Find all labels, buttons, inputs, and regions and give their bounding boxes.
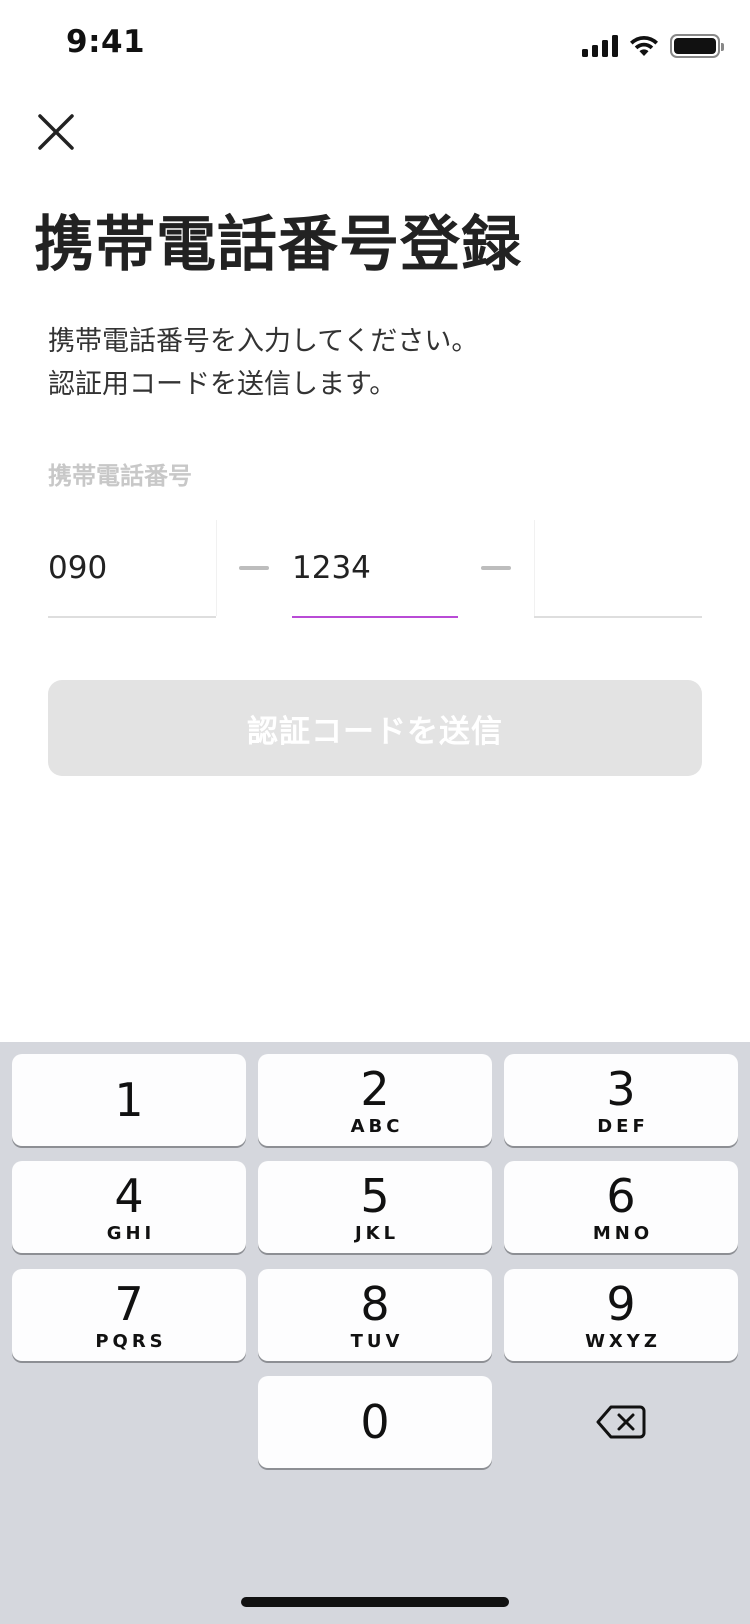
description-line-2: 認証用コードを送信します。 xyxy=(48,369,397,400)
key-letters: GHI xyxy=(106,1222,156,1244)
key-number: 4 xyxy=(114,1168,144,1223)
key-9[interactable]: 9 WXYZ xyxy=(504,1269,738,1361)
status-icons xyxy=(582,32,724,60)
dash-separator-1 xyxy=(239,566,269,570)
key-3[interactable]: 3 DEF xyxy=(504,1054,738,1146)
key-number: 1 xyxy=(114,1073,144,1127)
cellular-signal-icon xyxy=(582,35,618,57)
key-1[interactable]: 1 xyxy=(12,1054,246,1146)
battery-icon xyxy=(670,34,724,58)
key-2[interactable]: 2 ABC xyxy=(258,1054,492,1146)
key-8[interactable]: 8 TUV xyxy=(258,1269,492,1361)
description-text: 携帯電話番号を入力してください。 認証用コードを送信します。 xyxy=(48,320,478,406)
status-time: 9:41 xyxy=(66,24,146,60)
dash-separator-2 xyxy=(481,566,511,570)
delete-key[interactable] xyxy=(504,1376,738,1468)
key-letters: PQRS xyxy=(95,1330,167,1352)
wifi-icon xyxy=(630,36,658,56)
key-letters: WXYZ xyxy=(585,1330,661,1352)
phone-field-2[interactable] xyxy=(292,520,458,616)
key-letters: MNO xyxy=(592,1222,654,1244)
key-number: 3 xyxy=(606,1061,636,1116)
key-number: 5 xyxy=(360,1168,390,1223)
phone-number-label: 携帯電話番号 xyxy=(48,462,192,490)
key-number: 0 xyxy=(360,1395,390,1449)
key-number: 6 xyxy=(606,1168,636,1223)
key-0[interactable]: 0 xyxy=(258,1376,492,1468)
home-indicator xyxy=(241,1597,509,1607)
key-number: 8 xyxy=(360,1276,390,1331)
key-letters: JKL xyxy=(354,1222,400,1244)
phone-field-3[interactable] xyxy=(534,520,702,616)
phone-field-1[interactable] xyxy=(48,520,216,616)
key-number: 7 xyxy=(114,1276,144,1331)
backspace-icon xyxy=(596,1405,646,1439)
key-letters: DEF xyxy=(597,1115,649,1137)
phone-field-1-container xyxy=(48,520,216,618)
key-5[interactable]: 5 JKL xyxy=(258,1161,492,1253)
numeric-keyboard: 1 2 ABC 3 DEF 4 GHI 5 JKL 6 MNO 7 PQRS 8… xyxy=(0,1042,750,1624)
close-icon xyxy=(38,114,74,150)
key-6[interactable]: 6 MNO xyxy=(504,1161,738,1253)
send-code-button[interactable]: 認証コードを送信 xyxy=(48,680,702,776)
phone-field-3-container xyxy=(534,520,702,618)
key-4[interactable]: 4 GHI xyxy=(12,1161,246,1253)
key-letters: TUV xyxy=(350,1330,404,1352)
key-7[interactable]: 7 PQRS xyxy=(12,1269,246,1361)
key-number: 2 xyxy=(360,1061,390,1116)
battery-fill xyxy=(674,38,716,54)
page-title: 携帯電話番号登録 xyxy=(34,210,522,280)
status-bar: 9:41 xyxy=(0,0,750,92)
field-divider xyxy=(216,520,217,616)
key-letters: ABC xyxy=(350,1115,404,1137)
close-button[interactable] xyxy=(34,110,78,154)
key-number: 9 xyxy=(606,1276,636,1331)
description-line-1: 携帯電話番号を入力してください。 xyxy=(48,326,479,357)
phone-field-2-container xyxy=(292,520,458,618)
